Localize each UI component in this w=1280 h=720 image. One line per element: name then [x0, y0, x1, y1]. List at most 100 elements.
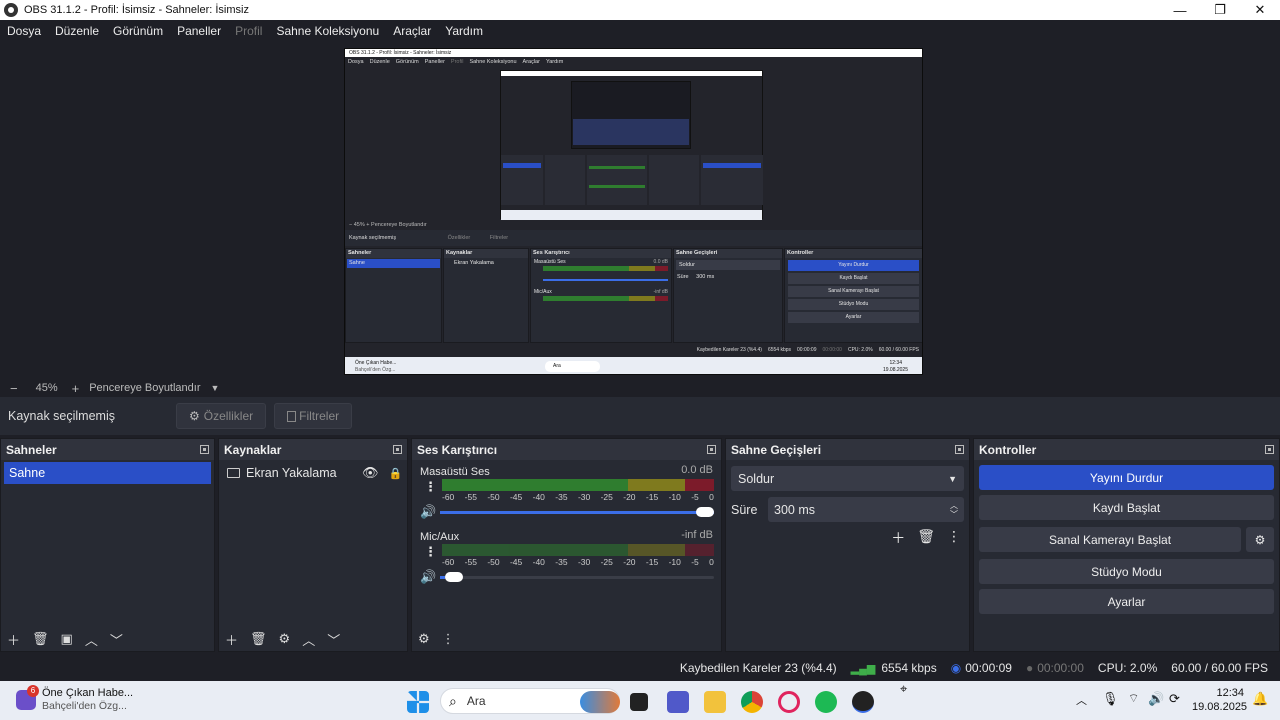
nested-dock-mixer: Ses Karıştırıcı Masaüstü Ses 0.0 dB Mic/…: [530, 248, 672, 343]
restore-icon[interactable]: ❐: [1200, 0, 1240, 20]
wifi-icon[interactable]: ⌔: [1128, 691, 1139, 706]
menu-sahne-koleksiyonu[interactable]: Sahne Koleksiyonu: [276, 24, 379, 38]
zoom-dropdown-icon[interactable]: ▼: [211, 383, 220, 393]
source-item[interactable]: Ekran Yakalama 👁 🔒: [219, 460, 407, 486]
sync-icon[interactable]: ⟳: [1169, 691, 1180, 707]
task-view-icon[interactable]: [630, 693, 648, 711]
menu-dosya[interactable]: Dosya: [7, 24, 41, 38]
scene-item[interactable]: Sahne: [4, 462, 211, 484]
speaker-icon[interactable]: 🔊: [420, 569, 436, 585]
channel-db: -inf dB: [681, 529, 713, 541]
meter-tick-label: -20: [623, 492, 636, 502]
channel-menu-icon[interactable]: ⋮: [424, 544, 437, 560]
source-properties-icon[interactable]: ⚙: [279, 631, 291, 647]
lock-icon[interactable]: 🔒: [389, 467, 403, 480]
virtual-camera-settings-button[interactable]: ⚙: [1246, 527, 1274, 552]
microphone-icon[interactable]: 🎙: [1102, 691, 1119, 707]
properties-button[interactable]: ⚙ Özellikler: [176, 403, 267, 429]
teams-icon[interactable]: [667, 691, 689, 713]
channel-menu-icon[interactable]: ⋮: [424, 479, 437, 495]
advanced-audio-icon[interactable]: ⚙: [418, 631, 430, 647]
file-explorer-icon[interactable]: [704, 691, 726, 713]
zoom-fit-label[interactable]: Pencereye Boyutlandır: [89, 382, 200, 394]
add-source-icon[interactable]: ＋: [225, 630, 238, 649]
stop-streaming-button[interactable]: Yayını Durdur: [979, 465, 1274, 490]
nested-dock-title: Kontroller: [785, 249, 922, 258]
zoom-out-button[interactable]: −: [10, 381, 18, 396]
fps: 60.00 / 60.00 FPS: [1171, 661, 1268, 675]
nested-dock-title: Sahneler: [346, 249, 441, 258]
spin-arrows-icon[interactable]: ︿ ﹀: [950, 501, 958, 519]
remove-transition-icon[interactable]: 🗑: [917, 528, 935, 548]
menu-duzenle[interactable]: Düzenle: [55, 24, 99, 38]
spotify-icon[interactable]: [815, 691, 837, 713]
filters-button[interactable]: Filtreler: [274, 403, 353, 429]
scene-filters-icon[interactable]: ▣: [61, 631, 73, 647]
studio-mode-button[interactable]: Stüdyo Modu: [979, 559, 1274, 584]
clock[interactable]: 12:34 19.08.2025: [1192, 686, 1247, 714]
chrome-icon[interactable]: [741, 691, 763, 713]
notification-icon[interactable]: 🔔: [1252, 691, 1268, 707]
transition-menu-icon[interactable]: ⋮: [947, 528, 961, 548]
meter-tick-label: -30: [577, 492, 591, 502]
start-recording-button[interactable]: Kaydı Başlat: [979, 495, 1274, 520]
move-down-icon[interactable]: ﹀: [110, 630, 123, 649]
remove-scene-icon[interactable]: 🗑: [32, 631, 49, 647]
settings-button[interactable]: Ayarlar: [979, 589, 1274, 614]
news-widget[interactable]: 6 Öne Çıkan Habe... Bahçeli'den Özg...: [16, 685, 133, 713]
start-virtual-camera-button[interactable]: Sanal Kamerayı Başlat: [979, 527, 1241, 552]
visibility-icon[interactable]: 👁: [362, 465, 379, 481]
news-sub: Bahçeli'den Özg...: [42, 700, 127, 712]
volume-slider[interactable]: [440, 507, 714, 517]
undock-icon[interactable]: [1265, 445, 1274, 454]
menu-yardim[interactable]: Yardım: [445, 24, 483, 38]
nested-duration: Süre: [677, 274, 689, 280]
undock-icon[interactable]: [707, 445, 716, 454]
menu-paneller[interactable]: Paneller: [177, 24, 221, 38]
undock-icon[interactable]: [955, 445, 964, 454]
meter-tick-label: -20: [623, 557, 636, 567]
duration-input[interactable]: 300 ms ︿ ﹀: [768, 497, 964, 522]
volume-slider[interactable]: [440, 572, 714, 582]
transition-select[interactable]: Soldur ▼: [731, 466, 964, 491]
minimize-icon[interactable]: —: [1160, 0, 1200, 20]
obs-taskbar-icon[interactable]: [852, 691, 874, 713]
meter-tick-label: -50: [487, 557, 500, 567]
widget-app-icon[interactable]: [580, 691, 620, 713]
dropped-frames: Kaybedilen Kareler 23 (%4.4): [679, 661, 837, 675]
nested-task-search: Ara: [545, 361, 600, 372]
undock-icon[interactable]: [393, 445, 402, 454]
meter-tick-label: -5: [691, 557, 699, 567]
chevron-up-icon[interactable]: ︿: [1076, 692, 1087, 708]
undock-icon[interactable]: [200, 445, 209, 454]
volume-icon[interactable]: 🔊: [1148, 691, 1164, 707]
add-scene-icon[interactable]: ＋: [7, 630, 20, 649]
transition-selected: Soldur: [738, 471, 775, 486]
opera-icon[interactable]: [778, 691, 800, 713]
add-transition-icon[interactable]: ＋: [891, 528, 905, 548]
transitions-dock: Sahne Geçişleri Soldur ▼ Süre 300 ms ︿ ﹀ …: [725, 438, 970, 652]
nested-mix2-db: -inf dB: [653, 289, 668, 295]
close-icon[interactable]: ✕: [1240, 0, 1280, 20]
menu-gorunum[interactable]: Görünüm: [113, 24, 163, 38]
move-up-icon[interactable]: ︿: [302, 630, 315, 649]
zoom-in-button[interactable]: +: [72, 381, 80, 396]
move-down-icon[interactable]: ﹀: [327, 630, 340, 649]
move-up-icon[interactable]: ︿: [85, 630, 98, 649]
menu-araclar[interactable]: Araçlar: [393, 24, 431, 38]
clock-time: 12:34: [1216, 687, 1244, 699]
zoom-bar: − 45% + Pencereye Boyutlandır ▼: [0, 379, 1280, 397]
windows-start-icon[interactable]: [407, 691, 429, 713]
menu-bar: Dosya Düzenle Görünüm Paneller Profil Sa…: [0, 20, 1280, 41]
zoom-level: 45%: [35, 382, 58, 394]
window-title: OBS 31.1.2 - Profil: İsimsiz - Sahneler:…: [24, 4, 249, 16]
mixer-menu-icon[interactable]: ⋮: [442, 631, 455, 647]
sources-dock: Kaynaklar Ekran Yakalama 👁 🔒 ＋ 🗑 ⚙ ︿ ﹀: [218, 438, 408, 652]
meter-ticks: -60 -55 -50 -45 -40 -35 -30 -25 -20 -15 -10 -5 0: [442, 557, 714, 567]
menu-profil[interactable]: Profil: [235, 24, 262, 38]
speaker-icon[interactable]: 🔊: [420, 504, 436, 520]
nested-dock-transitions: Sahne Geçişleri Soldur Süre 300 ms: [673, 248, 783, 343]
remove-source-icon[interactable]: 🗑: [250, 631, 267, 647]
meter-tick-label: -45: [509, 557, 523, 567]
nested-inner-preview: [500, 70, 763, 220]
